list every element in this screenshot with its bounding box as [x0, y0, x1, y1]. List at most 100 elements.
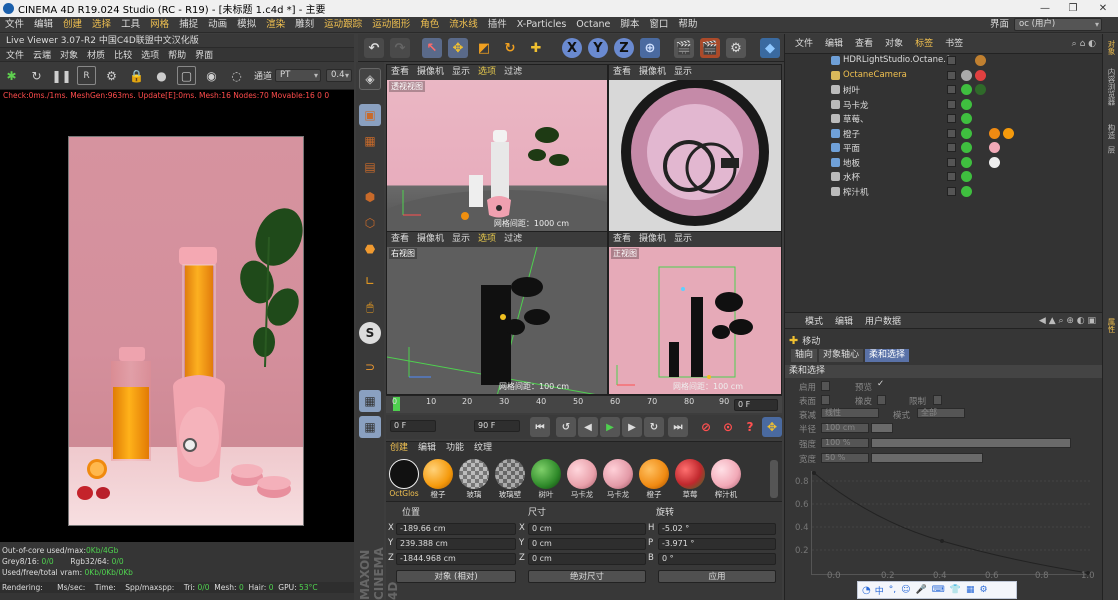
ime-settings-icon[interactable]: ⚙ — [979, 585, 987, 595]
om-menu-bookmarks[interactable]: 书签 — [945, 34, 963, 54]
workplane-mode-icon[interactable]: ▤ — [359, 156, 381, 178]
render-view-icon[interactable]: 🎬 — [674, 38, 694, 58]
menu-sculpt[interactable]: 雕刻 — [290, 17, 319, 33]
ime-logo-icon[interactable]: ◔ — [862, 585, 871, 596]
material-item[interactable]: 玻璃 — [458, 459, 490, 500]
side-tab-layers[interactable]: 层 — [1105, 146, 1117, 154]
minimize-button[interactable]: — — [1030, 0, 1060, 17]
object-row[interactable]: 水杯 — [819, 170, 1118, 185]
render-settings-icon[interactable]: ⚙ — [726, 38, 746, 58]
end-frame-field[interactable]: 90 F — [474, 420, 520, 432]
play-icon[interactable]: ▶ — [600, 417, 620, 437]
lv-menu-material[interactable]: 材质 — [87, 48, 105, 61]
render-picture-viewer-icon[interactable]: 🎬 — [700, 38, 720, 58]
settings-gear-icon[interactable]: ⚙ — [102, 66, 121, 85]
pos-x-field[interactable]: -189.66 cm — [396, 523, 516, 535]
surface-checkbox[interactable] — [821, 395, 830, 405]
go-to-end-icon[interactable]: ⏭ — [668, 417, 688, 437]
strength-field[interactable]: 100 % — [821, 438, 869, 448]
right-canvas[interactable]: 右视图 网格间距：100 cm — [387, 247, 607, 394]
preview-checkmark-icon[interactable]: ✓ — [877, 379, 884, 389]
tag-icon[interactable] — [961, 84, 972, 95]
pause-icon[interactable]: ❚❚ — [51, 66, 71, 85]
material-item[interactable]: 玻璃壁 — [494, 459, 526, 500]
vp3-menu-display[interactable]: 显示 — [452, 234, 470, 244]
x-axis-icon[interactable]: X — [562, 38, 582, 58]
pos-y-field[interactable]: 239.388 cm — [396, 538, 516, 550]
menu-animate[interactable]: 动画 — [203, 17, 232, 33]
om-menu-object[interactable]: 对象 — [885, 34, 903, 54]
om-menu-view[interactable]: 查看 — [855, 34, 873, 54]
rot-b-field[interactable]: 0 ° — [658, 553, 776, 565]
grid-icon[interactable]: ▦ — [359, 416, 381, 438]
menu-plugins[interactable]: 插件 — [483, 17, 512, 33]
visibility-dot[interactable] — [947, 172, 956, 181]
octane-send-icon[interactable]: ✱ — [2, 66, 21, 85]
tag-icon[interactable] — [961, 127, 972, 139]
undo-icon[interactable]: ↶ — [364, 38, 384, 58]
menu-simulate[interactable]: 模拟 — [232, 17, 261, 33]
menu-window[interactable]: 窗口 — [644, 17, 673, 33]
menu-motion-tracking[interactable]: 运动跟踪 — [319, 17, 367, 33]
tag-icon[interactable] — [975, 69, 986, 81]
strength-slider[interactable] — [871, 438, 1071, 448]
lv-menu-cloud[interactable]: 云端 — [33, 48, 51, 61]
object-row[interactable]: 马卡龙 — [819, 98, 1118, 113]
vp3-menu-camera[interactable]: 摄像机 — [417, 234, 444, 244]
am-menu-edit[interactable]: 编辑 — [835, 314, 853, 327]
live-select-icon[interactable]: ↖ — [422, 38, 442, 58]
visibility-dot[interactable] — [947, 99, 956, 109]
tab-object-axis[interactable]: 对象轴心 — [819, 349, 864, 362]
axis-mode-icon[interactable]: ∟ — [359, 270, 381, 292]
mat-menu-texture[interactable]: 纹理 — [474, 442, 492, 455]
mat-menu-function[interactable]: 功能 — [446, 442, 464, 455]
prev-key-icon[interactable]: ↺ — [556, 417, 576, 437]
menu-file[interactable]: 文件 — [0, 17, 29, 33]
size-x-field[interactable]: 0 cm — [528, 523, 646, 535]
object-row[interactable]: 平面 — [819, 141, 1118, 156]
apply-button[interactable]: 应用 — [658, 570, 776, 583]
ime-punctuation-icon[interactable]: °, — [889, 585, 896, 595]
camera-viewport[interactable]: 查看 摄像机 显示 — [608, 64, 782, 232]
om-search-icon[interactable]: ⌕ ⌂ ◐ — [1072, 34, 1096, 54]
tag-icon[interactable] — [961, 156, 972, 168]
material-item[interactable]: 马卡龙 — [566, 459, 598, 500]
go-to-start-icon[interactable]: ⏮ — [530, 417, 550, 437]
visibility-dot[interactable] — [947, 114, 956, 123]
width-field[interactable]: 50 % — [821, 453, 869, 463]
current-frame-field[interactable]: 0 F — [734, 399, 778, 411]
tag-icon[interactable] — [989, 127, 1000, 139]
next-frame-icon[interactable]: ▶ — [622, 417, 642, 437]
menu-script[interactable]: 脚本 — [615, 17, 644, 33]
falloff-graph[interactable] — [811, 471, 1092, 575]
material-scrollbar[interactable] — [770, 460, 778, 498]
polygons-mode-icon[interactable]: ⬣ — [359, 238, 381, 260]
vp1-menu-camera[interactable]: 摄像机 — [417, 67, 444, 77]
ime-chinese-icon[interactable]: 中 — [875, 584, 884, 597]
tag-icon[interactable] — [961, 142, 972, 153]
lv-menu-file[interactable]: 文件 — [6, 48, 24, 61]
ime-keyboard-icon[interactable]: ⌨ — [932, 585, 945, 595]
lv-menu-object[interactable]: 对象 — [60, 48, 78, 61]
material-sphere-icon[interactable]: ● — [152, 66, 171, 85]
tag-icon[interactable] — [961, 113, 972, 124]
menu-select[interactable]: 选择 — [87, 17, 116, 33]
points-mode-icon[interactable]: ⬢ — [359, 186, 381, 208]
lv-menu-interface[interactable]: 界面 — [195, 48, 213, 61]
lock-icon[interactable]: 🔒 — [127, 66, 146, 85]
record-icon[interactable]: ⊘ — [696, 417, 716, 437]
clay-mode-icon[interactable]: ◌ — [227, 66, 246, 85]
cube-primitive-icon[interactable]: ◆ — [760, 38, 780, 58]
keyframe-help-icon[interactable]: ? — [740, 417, 760, 437]
vp2-menu-view[interactable]: 查看 — [613, 67, 631, 77]
mat-menu-create[interactable]: 创建 — [390, 442, 408, 455]
falloff-select[interactable]: 线性 — [821, 408, 879, 418]
tag-icon[interactable] — [961, 69, 972, 81]
vp3-menu-filter[interactable]: 过滤 — [504, 234, 522, 244]
right-viewport[interactable]: 查看 摄像机 显示 选项 过滤 右视图 网格间距：100 cm — [386, 231, 608, 395]
ime-emoji-icon[interactable]: ☺ — [901, 585, 910, 595]
am-menu-mode[interactable]: 模式 — [805, 314, 823, 327]
size-mode-select[interactable]: 绝对尺寸 — [528, 570, 646, 583]
menu-mesh[interactable]: 网格 — [145, 17, 174, 33]
vp4-menu-camera[interactable]: 摄像机 — [639, 234, 666, 244]
